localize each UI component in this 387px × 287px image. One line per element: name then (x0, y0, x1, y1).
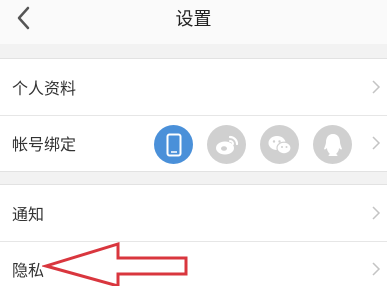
weibo-icon (215, 135, 238, 154)
social-accounts (154, 125, 352, 164)
settings-group-general: 通知 隐私 (0, 184, 387, 287)
settings-group-account: 个人资料 帐号绑定 (0, 58, 387, 172)
qq-binding-button[interactable] (313, 125, 352, 164)
row-label: 通知 (12, 205, 45, 224)
wechat-binding-button[interactable] (260, 125, 299, 164)
row-label: 隐私 (12, 261, 45, 280)
chevron-right-icon (372, 262, 381, 276)
row-privacy[interactable]: 隐私 (0, 241, 387, 287)
row-label: 个人资料 (12, 79, 77, 98)
row-label: 帐号绑定 (12, 135, 77, 154)
row-notifications[interactable]: 通知 (0, 185, 387, 241)
header-bar: 设置 (0, 0, 387, 44)
phone-icon (166, 133, 181, 156)
row-personal-info[interactable]: 个人资料 (0, 59, 387, 115)
chevron-right-icon (372, 136, 381, 150)
qq-icon (323, 133, 342, 156)
chevron-right-icon (372, 80, 381, 94)
row-account-binding[interactable]: 帐号绑定 (0, 115, 387, 171)
weibo-binding-button[interactable] (207, 125, 246, 164)
page-title: 设置 (175, 9, 212, 30)
chevron-right-icon (372, 206, 381, 220)
phone-binding-button[interactable] (154, 125, 193, 164)
wechat-icon (268, 135, 292, 154)
